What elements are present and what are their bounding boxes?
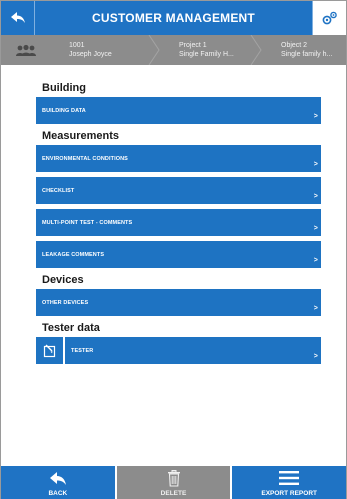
chevron-right-icon: > (313, 305, 318, 312)
edit-icon[interactable] (36, 337, 63, 364)
chevron-right-icon: > (313, 257, 318, 264)
list-item-other-devices[interactable]: OTHER DEVICES > (36, 289, 321, 316)
arrow-left-icon (49, 468, 67, 488)
settings-button[interactable] (312, 1, 346, 35)
breadcrumb-object-name: Object 2 (281, 42, 308, 49)
list-item-label: TESTER (71, 347, 94, 354)
list-item-environmental-conditions[interactable]: ENVIRONMENTAL CONDITIONS > (36, 145, 321, 172)
back-nav-button[interactable] (1, 1, 35, 35)
tester-row-body[interactable]: TESTER > (65, 337, 321, 364)
section-title-tester-data: Tester data (42, 322, 100, 334)
list-item-multi-point-test-comments[interactable]: MULTI-POINT TEST - COMMENTS > (36, 209, 321, 236)
breadcrumb-customer-id: 1001 (69, 42, 85, 49)
top-bar: CUSTOMER MANAGEMENT (1, 1, 346, 35)
section-title-devices: Devices (42, 274, 84, 286)
list-item-building-data[interactable]: BUILDING DATA > (36, 97, 321, 124)
list-item-label: ENVIRONMENTAL CONDITIONS (42, 155, 128, 162)
back-button[interactable]: BACK (1, 466, 117, 499)
breadcrumb-customer[interactable]: 1001 Joseph Joyce (51, 35, 160, 65)
chevron-right-icon: > (313, 113, 318, 120)
section-title-building: Building (42, 82, 86, 94)
breadcrumb-object-type: Single family h... (281, 51, 333, 58)
gear-icon (322, 11, 337, 25)
list-item-label: BUILDING DATA (42, 107, 86, 114)
list-item-label: CHECKLIST (42, 187, 75, 194)
export-report-button-label: EXPORT REPORT (261, 490, 317, 497)
chevron-right-icon: > (313, 353, 318, 360)
export-report-button[interactable]: EXPORT REPORT (232, 466, 347, 499)
chevron-right-icon: > (313, 161, 318, 168)
breadcrumb-object[interactable]: Object 2 Single family h... (261, 35, 346, 65)
section-title-measurements: Measurements (42, 130, 120, 142)
chevron-right-icon: > (313, 193, 318, 200)
list-item-label: MULTI-POINT TEST - COMMENTS (42, 219, 133, 226)
delete-button-label: DELETE (160, 490, 187, 497)
menu-icon (279, 468, 300, 488)
list-item-label: LEAKAGE COMMENTS (42, 251, 105, 258)
back-button-label: BACK (48, 490, 68, 497)
bottom-toolbar: BACK DELETE EXPORT REPORT (1, 466, 347, 499)
list-item-label: OTHER DEVICES (42, 299, 89, 306)
list-item-tester[interactable]: TESTER > (36, 337, 321, 364)
breadcrumb-project[interactable]: Project 1 Single Family H... (159, 35, 262, 65)
arrow-left-icon (10, 12, 25, 23)
main-content: Building BUILDING DATA > Measurements EN… (36, 65, 321, 369)
chevron-right-icon: > (313, 225, 318, 232)
page-title: CUSTOMER MANAGEMENT (92, 11, 255, 25)
breadcrumb-customer-name: Joseph Joyce (69, 51, 112, 58)
delete-button[interactable]: DELETE (116, 466, 233, 499)
trash-icon (167, 468, 181, 488)
list-item-leakage-comments[interactable]: LEAKAGE COMMENTS > (36, 241, 321, 268)
group-icon (1, 35, 51, 65)
list-item-checklist[interactable]: CHECKLIST > (36, 177, 321, 204)
breadcrumb: 1001 Joseph Joyce Project 1 Single Famil… (1, 35, 346, 65)
